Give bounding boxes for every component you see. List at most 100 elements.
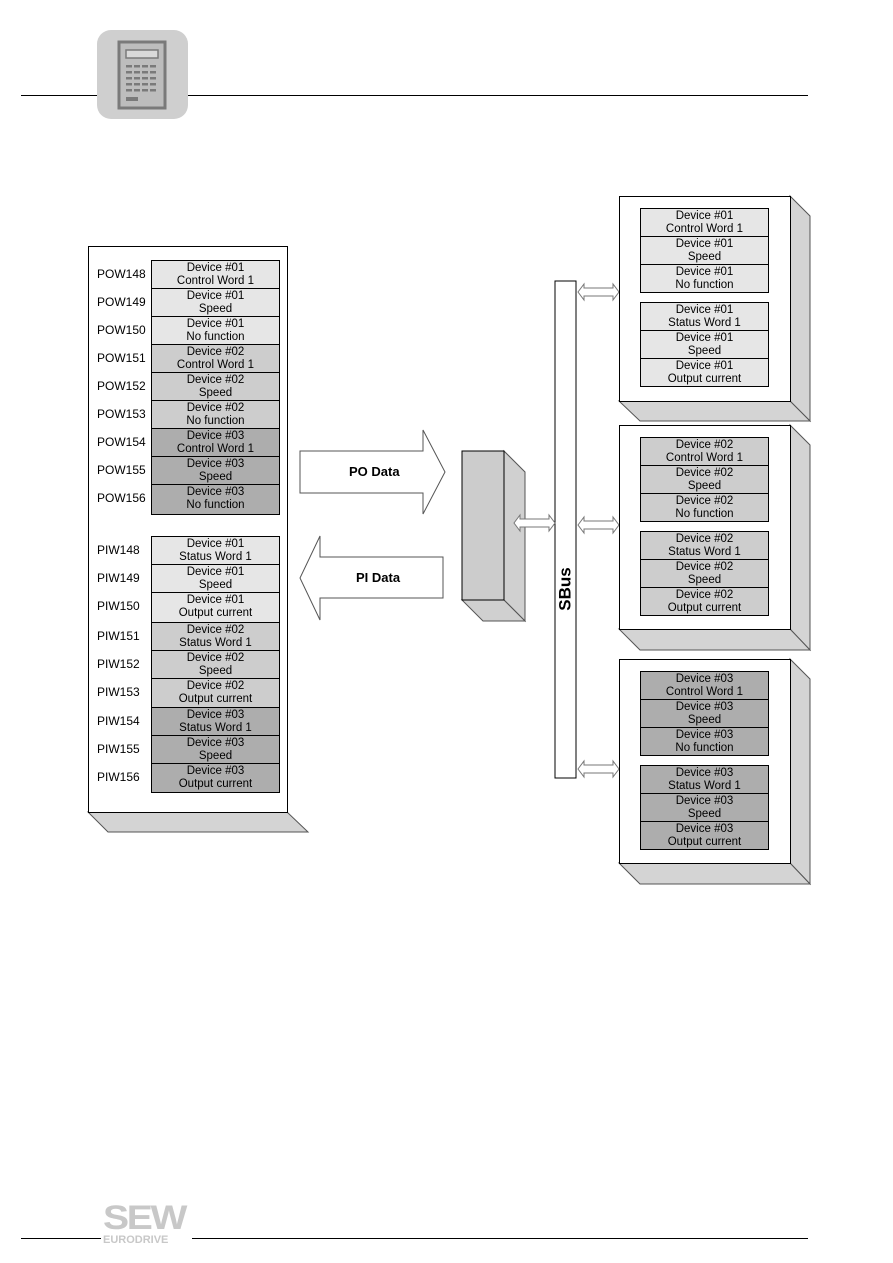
register-address: PIW156 [97, 770, 140, 784]
register-address: PIW155 [97, 742, 140, 756]
po-register-cell: Device #01 No function [151, 316, 280, 345]
register-address: PIW150 [97, 599, 140, 613]
cell-device: Device #02 [186, 624, 245, 636]
cell-function: Control Word 1 [176, 359, 255, 371]
cell-function: Speed [198, 579, 233, 591]
cell-device: Device #03 [186, 486, 245, 498]
cell-function: Control Word 1 [665, 223, 744, 235]
register-address: PIW148 [97, 543, 140, 557]
cell-device: Device #02 [675, 439, 734, 451]
register-address: PIW152 [97, 657, 140, 671]
cell-device: Device #03 [186, 709, 245, 721]
cell-device: Device #01 [186, 318, 245, 330]
bus-device2-link-icon [577, 515, 620, 535]
cell-function: Speed [687, 714, 722, 726]
po-register-cell: Device #02 Control Word 1 [151, 344, 280, 373]
pi-register-cell: Device #03 Output current [151, 763, 280, 793]
po-register-cell: Device #01 Speed [151, 288, 280, 317]
cell-device: Device #01 [675, 238, 734, 250]
cell-function: No function [186, 331, 245, 343]
cell-function: No function [675, 742, 734, 754]
register-address: POW155 [97, 463, 146, 477]
register-address: PIW151 [97, 629, 140, 643]
cell-device: Device #01 [186, 566, 245, 578]
cell-device: Device #02 [675, 589, 734, 601]
cell-function: No function [675, 279, 734, 291]
cell-function: Status Word 1 [179, 722, 252, 734]
cell-function: Status Word 1 [179, 551, 252, 563]
cell-function: Speed [687, 251, 722, 263]
cell-device: Device #03 [675, 823, 734, 835]
device-input-cell: Device #03 Speed [640, 793, 769, 822]
cell-function: Speed [198, 665, 233, 677]
cell-function: No function [186, 499, 245, 511]
cell-function: Control Word 1 [665, 452, 744, 464]
device-input-cell: Device #03 Status Word 1 [640, 765, 769, 794]
cell-device: Device #02 [675, 467, 734, 479]
device-input-cell: Device #01 Output current [640, 358, 769, 387]
register-address: PIW153 [97, 685, 140, 699]
bus-device1-link-icon [577, 282, 620, 302]
register-address: POW152 [97, 379, 146, 393]
gateway-side [503, 449, 526, 623]
footer-rule-left [21, 1238, 101, 1239]
pi-register-cell: Device #01 Status Word 1 [151, 536, 280, 565]
bus-device3-link-icon [577, 759, 620, 779]
cell-device: Device #01 [675, 304, 734, 316]
cell-device: Device #01 [675, 266, 734, 278]
device-input-cell: Device #01 Status Word 1 [640, 302, 769, 331]
register-address: POW151 [97, 351, 146, 365]
device-input-cell: Device #02 Output current [640, 587, 769, 616]
cell-device: Device #01 [675, 360, 734, 372]
pi-register-cell: Device #02 Output current [151, 678, 280, 708]
cell-device: Device #01 [186, 262, 245, 274]
cell-function: Speed [687, 345, 722, 357]
cell-function: Status Word 1 [179, 637, 252, 649]
device-output-cell: Device #03 Control Word 1 [640, 671, 769, 700]
logo-sew-text: SEW [103, 1199, 187, 1237]
cell-function: Status Word 1 [668, 780, 741, 792]
register-address: POW154 [97, 435, 146, 449]
device-output-cell: Device #02 Speed [640, 465, 769, 494]
register-address: POW149 [97, 295, 146, 309]
register-address: PIW149 [97, 571, 140, 585]
cell-device: Device #01 [186, 290, 245, 302]
cell-function: Output current [178, 693, 253, 705]
cell-function: Speed [687, 808, 722, 820]
cell-function: Speed [198, 471, 233, 483]
cell-device: Device #03 [675, 673, 734, 685]
cell-device: Device #01 [675, 210, 734, 222]
cell-device: Device #03 [675, 729, 734, 741]
pi-register-cell: Device #03 Status Word 1 [151, 707, 280, 736]
register-address: POW148 [97, 267, 146, 281]
cell-device: Device #03 [675, 701, 734, 713]
cell-function: Speed [687, 480, 722, 492]
cell-function: Speed [687, 574, 722, 586]
po-register-cell: Device #01 Control Word 1 [151, 260, 280, 289]
cell-function: Control Word 1 [665, 686, 744, 698]
cell-device: Device #01 [186, 538, 245, 550]
device-output-cell: Device #03 No function [640, 727, 769, 756]
device-output-cell: Device #01 No function [640, 264, 769, 293]
device-output-cell: Device #01 Speed [640, 236, 769, 265]
cell-device: Device #03 [186, 458, 245, 470]
po-data-label: PO Data [349, 464, 400, 479]
cell-device: Device #03 [675, 795, 734, 807]
register-address: POW156 [97, 491, 146, 505]
device-input-cell: Device #02 Status Word 1 [640, 531, 769, 560]
po-register-cell: Device #02 Speed [151, 372, 280, 401]
device-input-cell: Device #01 Speed [640, 330, 769, 359]
cell-device: Device #03 [186, 737, 245, 749]
cell-device: Device #02 [675, 495, 734, 507]
cell-function: Speed [198, 303, 233, 315]
cell-device: Device #02 [186, 680, 245, 692]
cell-function: Output current [178, 778, 253, 790]
cell-function: No function [186, 415, 245, 427]
gateway-bus-link-icon [513, 513, 556, 533]
po-register-cell: Device #03 No function [151, 484, 280, 515]
cell-device: Device #01 [186, 594, 245, 606]
cell-device: Device #02 [186, 374, 245, 386]
device-output-cell: Device #02 No function [640, 493, 769, 522]
device-input-cell: Device #03 Output current [640, 821, 769, 850]
device-input-cell: Device #02 Speed [640, 559, 769, 588]
